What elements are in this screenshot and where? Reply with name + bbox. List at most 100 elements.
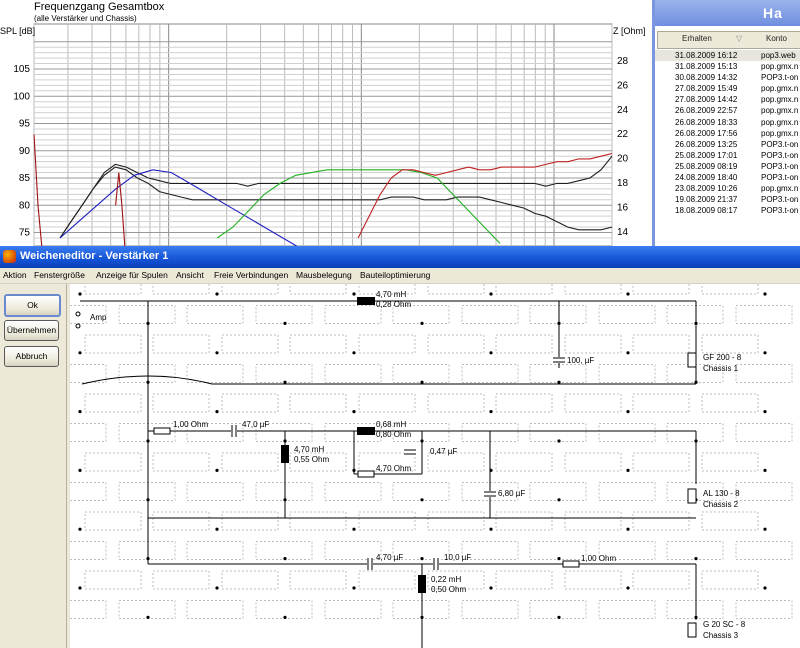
grid-node[interactable] bbox=[283, 557, 287, 561]
grid-node[interactable] bbox=[420, 380, 424, 384]
empty-slot[interactable] bbox=[152, 452, 210, 472]
empty-slot[interactable] bbox=[392, 600, 450, 619]
grid-node[interactable] bbox=[626, 410, 630, 414]
empty-slot[interactable] bbox=[529, 600, 587, 619]
empty-slot[interactable] bbox=[84, 511, 142, 531]
empty-slot[interactable] bbox=[324, 364, 382, 383]
empty-slot[interactable] bbox=[186, 541, 244, 560]
grid-node[interactable] bbox=[78, 527, 82, 531]
grid-node[interactable] bbox=[352, 527, 356, 531]
empty-slot[interactable] bbox=[84, 334, 142, 354]
empty-slot[interactable] bbox=[289, 334, 347, 354]
grid-node[interactable] bbox=[215, 410, 219, 414]
empty-slot[interactable] bbox=[221, 284, 279, 295]
empty-slot[interactable] bbox=[701, 511, 759, 531]
empty-slot[interactable] bbox=[255, 305, 313, 324]
empty-slot[interactable] bbox=[495, 511, 553, 531]
circuit-canvas[interactable]: Amp 4,70 mH 0,28 Ohm 100, µF GF 200 - 8 Chass… bbox=[70, 284, 800, 648]
empty-slot[interactable] bbox=[529, 364, 587, 383]
empty-slot[interactable] bbox=[495, 284, 553, 295]
empty-slot[interactable] bbox=[461, 305, 519, 324]
empty-slot[interactable] bbox=[392, 364, 450, 383]
grid-node[interactable] bbox=[694, 557, 698, 561]
empty-slot[interactable] bbox=[666, 541, 724, 560]
grid-node[interactable] bbox=[215, 351, 219, 355]
ok-button[interactable]: Ok bbox=[4, 294, 61, 317]
empty-slot[interactable] bbox=[324, 305, 382, 324]
empty-slot[interactable] bbox=[255, 482, 313, 501]
branch1-inductor[interactable] bbox=[357, 297, 375, 305]
empty-slot[interactable] bbox=[152, 393, 210, 413]
grid-node[interactable] bbox=[78, 586, 82, 590]
empty-slot[interactable] bbox=[564, 284, 622, 295]
grid-node[interactable] bbox=[215, 468, 219, 472]
empty-slot[interactable] bbox=[666, 600, 724, 619]
menu-mausbelegung[interactable]: Mausbelegung bbox=[296, 270, 352, 280]
empty-slot[interactable] bbox=[598, 364, 656, 383]
empty-slot[interactable] bbox=[70, 482, 107, 501]
branch2-rc-resistor[interactable] bbox=[357, 470, 375, 478]
empty-slot[interactable] bbox=[186, 305, 244, 324]
grid-node[interactable] bbox=[420, 557, 424, 561]
empty-slot[interactable] bbox=[255, 364, 313, 383]
empty-slot[interactable] bbox=[735, 305, 793, 324]
empty-slot[interactable] bbox=[495, 393, 553, 413]
empty-slot[interactable] bbox=[461, 364, 519, 383]
grid-node[interactable] bbox=[283, 615, 287, 619]
empty-slot[interactable] bbox=[84, 452, 142, 472]
mail-row[interactable]: 31.08.2009 16:12 pop3.web bbox=[655, 50, 800, 62]
empty-slot[interactable] bbox=[118, 364, 176, 383]
empty-slot[interactable] bbox=[564, 570, 622, 590]
empty-slot[interactable] bbox=[152, 284, 210, 295]
empty-slot[interactable] bbox=[701, 334, 759, 354]
empty-slot[interactable] bbox=[529, 482, 587, 501]
empty-slot[interactable] bbox=[427, 511, 485, 531]
empty-slot[interactable] bbox=[152, 511, 210, 531]
chassis2-speaker[interactable] bbox=[687, 488, 697, 504]
empty-slot[interactable] bbox=[632, 393, 690, 413]
mail-row[interactable]: 18.08.2009 08:17 POP3.t-on bbox=[655, 205, 800, 216]
grid-node[interactable] bbox=[489, 527, 493, 531]
empty-slot[interactable] bbox=[427, 393, 485, 413]
grid-node[interactable] bbox=[78, 292, 82, 296]
empty-slot[interactable] bbox=[324, 482, 382, 501]
empty-slot[interactable] bbox=[598, 423, 656, 442]
empty-slot[interactable] bbox=[152, 570, 210, 590]
empty-slot[interactable] bbox=[701, 284, 759, 295]
empty-slot[interactable] bbox=[255, 600, 313, 619]
column-received[interactable]: Erhalten bbox=[682, 34, 712, 43]
empty-slot[interactable] bbox=[186, 364, 244, 383]
empty-slot[interactable] bbox=[632, 334, 690, 354]
empty-slot[interactable] bbox=[564, 393, 622, 413]
empty-slot[interactable] bbox=[427, 334, 485, 354]
empty-slot[interactable] bbox=[324, 541, 382, 560]
empty-slot[interactable] bbox=[221, 334, 279, 354]
branch2-shunt-inductor[interactable] bbox=[281, 445, 289, 463]
empty-slot[interactable] bbox=[598, 482, 656, 501]
mail-row[interactable]: 23.08.2009 10:26 pop.gmx.n bbox=[655, 183, 800, 194]
empty-slot[interactable] bbox=[221, 393, 279, 413]
amp-terminal-minus[interactable] bbox=[75, 323, 81, 329]
empty-slot[interactable] bbox=[289, 511, 347, 531]
empty-slot[interactable] bbox=[70, 541, 107, 560]
empty-slot[interactable] bbox=[70, 600, 107, 619]
grid-node[interactable] bbox=[763, 586, 767, 590]
empty-slot[interactable] bbox=[701, 570, 759, 590]
chassis1-speaker[interactable] bbox=[687, 352, 697, 368]
empty-slot[interactable] bbox=[598, 600, 656, 619]
branch2-resistor[interactable] bbox=[153, 427, 171, 435]
empty-slot[interactable] bbox=[735, 482, 793, 501]
grid-node[interactable] bbox=[352, 351, 356, 355]
grid-node[interactable] bbox=[626, 292, 630, 296]
empty-slot[interactable] bbox=[495, 334, 553, 354]
empty-slot[interactable] bbox=[564, 452, 622, 472]
empty-slot[interactable] bbox=[392, 482, 450, 501]
grid-node[interactable] bbox=[420, 498, 424, 502]
menu-aktion[interactable]: Aktion bbox=[3, 270, 27, 280]
mail-row[interactable]: 19.08.2009 21:37 POP3.t-on bbox=[655, 194, 800, 205]
grid-node[interactable] bbox=[352, 586, 356, 590]
empty-slot[interactable] bbox=[118, 305, 176, 324]
grid-node[interactable] bbox=[557, 439, 561, 443]
mail-row[interactable]: 26.08.2009 22:57 pop.gmx.n bbox=[655, 105, 800, 116]
empty-slot[interactable] bbox=[152, 334, 210, 354]
